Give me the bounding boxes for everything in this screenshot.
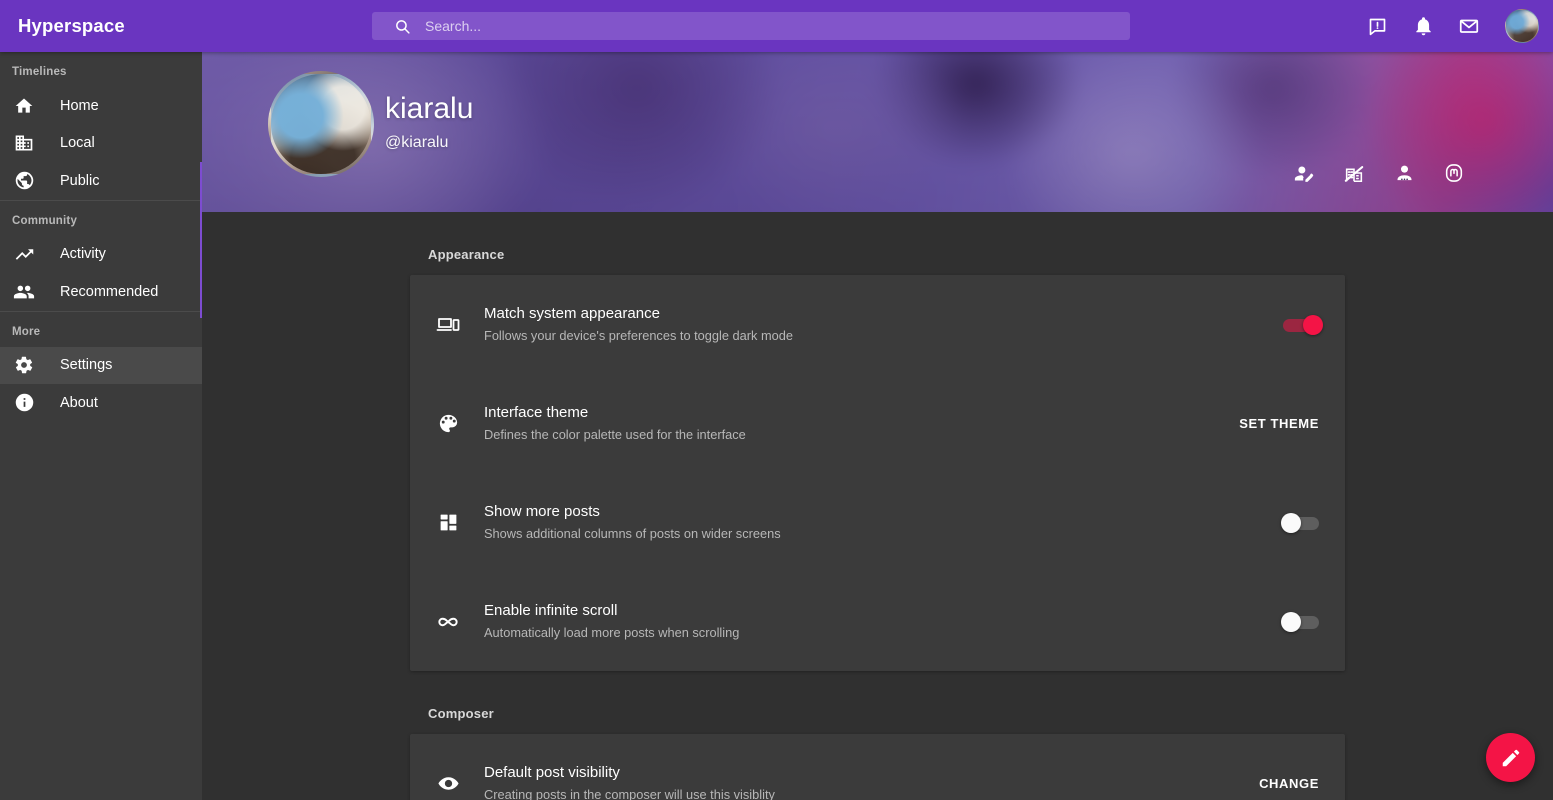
account-icon[interactable] xyxy=(1391,160,1417,186)
app-bar: Hyperspace xyxy=(0,0,1553,52)
setting-subtitle: Follows your device's preferences to tog… xyxy=(484,328,794,344)
sidebar-item-home[interactable]: Home xyxy=(0,87,202,125)
toggle-knob xyxy=(1281,611,1301,632)
sidebar-item-label: Public xyxy=(60,172,100,189)
settings-content: Appearance Match system appearance Follo… xyxy=(202,212,1553,800)
setting-subtitle: Automatically load more posts when scrol… xyxy=(484,625,740,641)
setting-subtitle: Defines the color palette used for the i… xyxy=(484,427,746,443)
avatar[interactable] xyxy=(1505,9,1539,43)
setting-text: Interface theme Defines the color palett… xyxy=(484,403,1207,444)
change-visibility-button[interactable]: CHANGE xyxy=(1251,770,1327,797)
sidebar-item-about[interactable]: About xyxy=(0,384,202,422)
trending-up-icon xyxy=(12,242,36,266)
eye-icon xyxy=(430,772,466,795)
sidebar-item-label: Activity xyxy=(60,246,106,263)
settings-card-appearance: Match system appearance Follows your dev… xyxy=(410,275,1345,671)
settings-card-composer: Default post visibility Creating posts i… xyxy=(410,734,1345,800)
blocked-domains-icon[interactable] xyxy=(1341,160,1367,186)
home-icon xyxy=(12,94,36,118)
setting-title: Enable infinite scroll xyxy=(484,601,618,619)
profile-account-handle: @kiaralu xyxy=(385,134,449,151)
sidebar-group-community-label: Community xyxy=(12,214,78,227)
setting-text: Show more posts Shows additional columns… xyxy=(484,502,1207,543)
people-icon xyxy=(12,280,36,304)
search-bar[interactable] xyxy=(372,12,1130,40)
sidebar-item-label: About xyxy=(60,394,98,411)
bell-icon[interactable] xyxy=(1409,12,1437,40)
setting-text: Default post visibility Creating posts i… xyxy=(484,763,1207,800)
profile-avatar[interactable] xyxy=(268,71,374,177)
devices-icon xyxy=(430,313,466,337)
mastodon-icon[interactable] xyxy=(1441,160,1467,186)
setting-title: Default post visibility xyxy=(484,763,620,781)
section-title-appearance: Appearance xyxy=(428,247,505,262)
setting-subtitle: Creating posts in the composer will use … xyxy=(484,787,775,800)
sidebar-item-label: Home xyxy=(60,97,99,114)
sidebar-item-label: Local xyxy=(60,135,95,152)
toggle-match-system-appearance[interactable] xyxy=(1281,314,1327,335)
globe-icon xyxy=(12,169,36,193)
sidebar-item-label: Recommended xyxy=(60,283,159,300)
profile-actions xyxy=(1291,160,1467,186)
sidebar-item-activity[interactable]: Activity xyxy=(0,236,202,274)
profile-display-name: kiaralu xyxy=(385,92,474,125)
section-title-composer: Composer xyxy=(428,706,494,721)
announcements-icon[interactable] xyxy=(1363,12,1391,40)
sidebar-item-recommended[interactable]: Recommended xyxy=(0,273,202,311)
setting-title: Match system appearance xyxy=(484,304,660,322)
profile-banner: kiaralu @kiaralu xyxy=(202,52,1553,212)
setting-control xyxy=(1207,512,1327,533)
sidebar-group-timelines-label: Timelines xyxy=(12,66,67,78)
profile-identity: kiaralu @kiaralu xyxy=(385,92,473,152)
building-icon xyxy=(12,131,36,155)
toggle-show-more-posts[interactable] xyxy=(1281,512,1327,533)
gear-icon xyxy=(12,353,36,377)
setting-row-match-system-appearance[interactable]: Match system appearance Follows your dev… xyxy=(410,275,1345,374)
setting-control: CHANGE xyxy=(1207,770,1327,797)
toggle-enable-infinite-scroll[interactable] xyxy=(1281,611,1327,632)
setting-title: Interface theme xyxy=(484,403,589,421)
search-icon xyxy=(394,18,411,35)
setting-control: SET THEME xyxy=(1207,410,1327,437)
setting-row-default-post-visibility[interactable]: Default post visibility Creating posts i… xyxy=(410,734,1345,800)
setting-text: Match system appearance Follows your dev… xyxy=(484,304,1207,345)
app-brand-title: Hyperspace xyxy=(18,15,125,36)
app-bar-actions xyxy=(1363,0,1539,52)
setting-control xyxy=(1207,314,1327,335)
sidebar-item-label: Settings xyxy=(60,357,113,374)
compose-fab[interactable] xyxy=(1486,733,1535,782)
setting-row-interface-theme[interactable]: Interface theme Defines the color palett… xyxy=(410,374,1345,473)
setting-control xyxy=(1207,611,1327,632)
infinity-icon xyxy=(430,609,466,635)
palette-icon xyxy=(430,412,466,435)
toggle-knob xyxy=(1303,314,1323,335)
dashboard-icon xyxy=(430,512,466,533)
setting-title: Show more posts xyxy=(484,502,600,520)
sidebar-item-settings[interactable]: Settings xyxy=(0,346,202,384)
search-input[interactable] xyxy=(425,18,1130,34)
mail-icon[interactable] xyxy=(1455,12,1483,40)
setting-subtitle: Shows additional columns of posts on wid… xyxy=(484,526,781,542)
toggle-knob xyxy=(1281,512,1301,533)
edit-profile-icon[interactable] xyxy=(1291,160,1317,186)
sidebar-item-local[interactable]: Local xyxy=(0,125,202,163)
sidebar-item-public[interactable]: Public xyxy=(0,162,202,318)
setting-row-enable-infinite-scroll[interactable]: Enable infinite scroll Automatically loa… xyxy=(410,572,1345,671)
setting-row-show-more-posts[interactable]: Show more posts Shows additional columns… xyxy=(410,473,1345,572)
sidebar: Timelines Home Local Public Community Ac… xyxy=(0,52,202,800)
info-icon xyxy=(12,391,36,415)
setting-text: Enable infinite scroll Automatically loa… xyxy=(484,601,1207,642)
sidebar-group-more-label: More xyxy=(12,325,41,338)
set-theme-button[interactable]: SET THEME xyxy=(1231,410,1327,437)
